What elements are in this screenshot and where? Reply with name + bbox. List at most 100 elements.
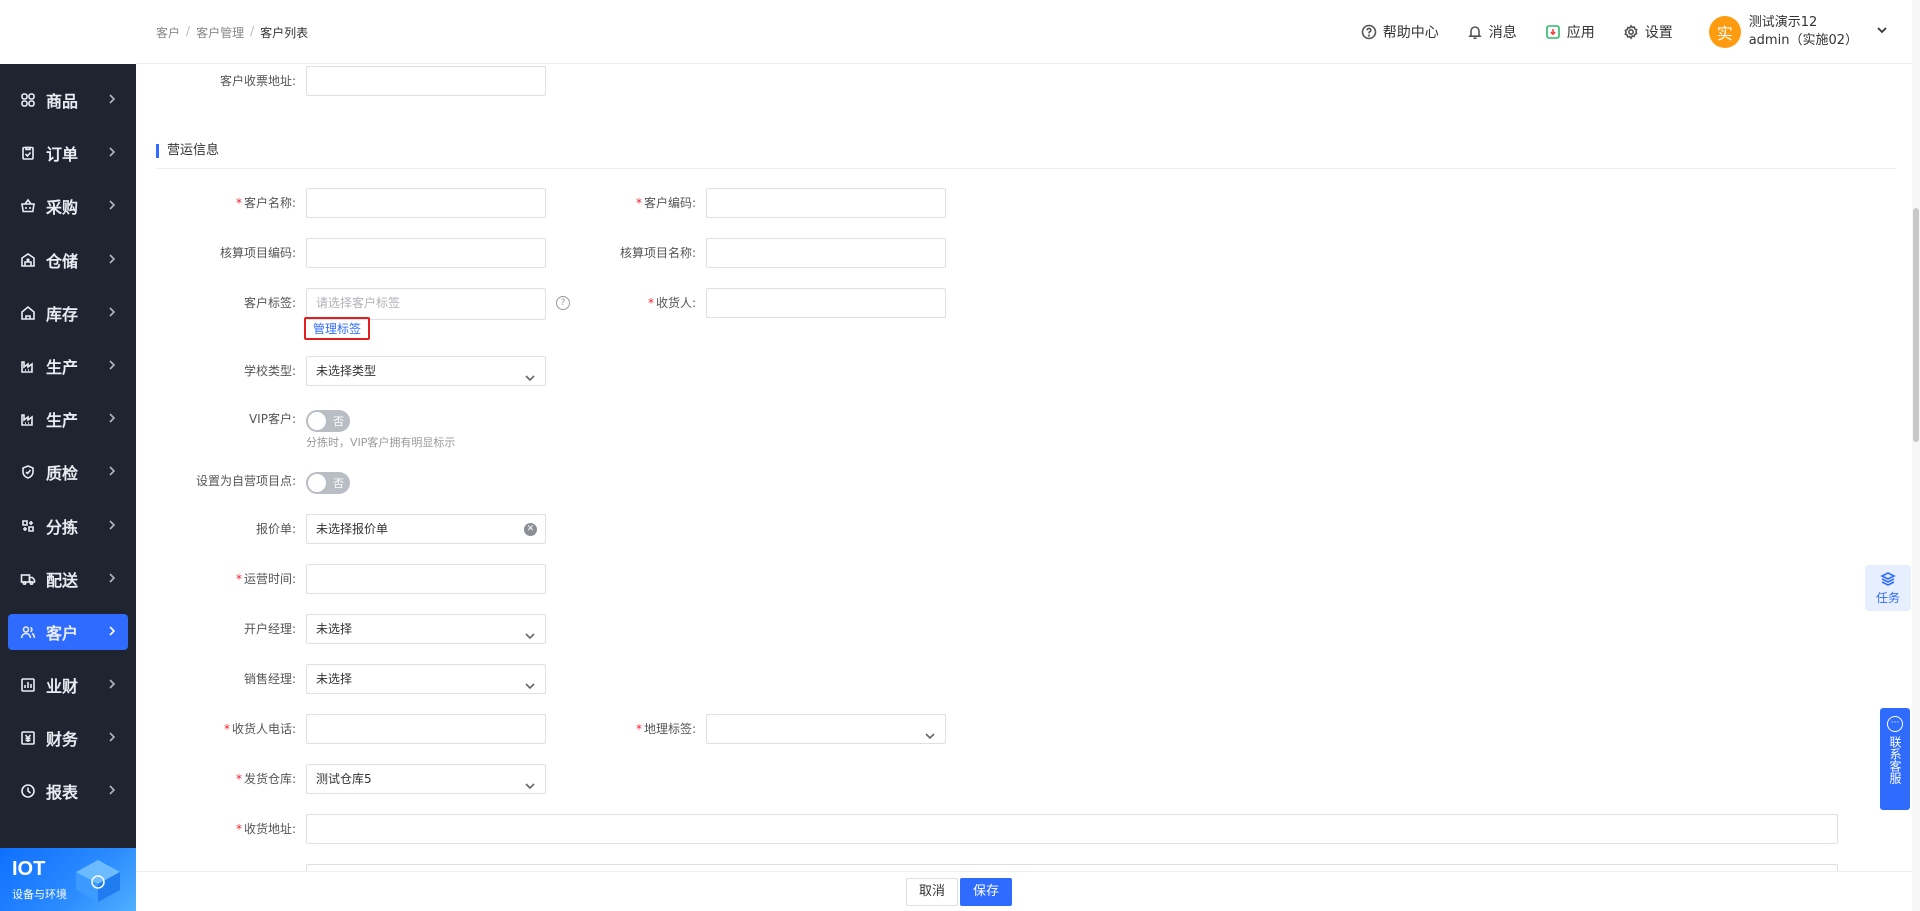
sidebar-item-label: 质检 xyxy=(46,464,79,484)
chevron-down-icon xyxy=(524,674,536,690)
address-detail-input[interactable] xyxy=(306,864,1838,871)
sidebar-item[interactable]: 配送 xyxy=(8,561,128,597)
chevron-down-icon xyxy=(524,624,536,640)
vip-label: VIP客户: xyxy=(248,412,296,426)
breadcrumb-item[interactable]: 客户 xyxy=(156,24,180,41)
sidebar-item[interactable]: 采购 xyxy=(8,188,128,224)
clock-icon xyxy=(20,783,36,799)
sales-manager-value: 未选择 xyxy=(316,672,353,686)
messages-button[interactable]: 消息 xyxy=(1467,22,1517,42)
school-type-select[interactable]: 未选择类型 xyxy=(306,356,546,386)
sidebar-item-label: 分拣 xyxy=(46,517,79,537)
acct-code-label: 核算项目编码: xyxy=(219,246,296,260)
sidebar-item-label: 财务 xyxy=(46,730,79,750)
sidebar-item-label: 生产 xyxy=(46,357,79,377)
action-bar: 取消 保存 xyxy=(136,871,1920,911)
sidebar-menu: 商品 订单 采购 仓储 库存 生产 生产 质检 分拣 配送 客户 业财 财务 报表 xyxy=(0,82,136,827)
invoice-address-input[interactable] xyxy=(306,66,546,96)
chevron-right-icon xyxy=(106,731,118,743)
customer-tag-select[interactable]: 请选择客户标签 xyxy=(306,288,546,320)
chevron-right-icon xyxy=(106,412,118,424)
user-menu[interactable]: 实 测试演示12 admin（实施02） xyxy=(1708,14,1888,50)
acct-name-input[interactable] xyxy=(706,238,946,268)
sidebar-item[interactable]: 业财 xyxy=(8,667,128,703)
settings-button[interactable]: 设置 xyxy=(1623,22,1673,42)
task-widget[interactable]: 任务 xyxy=(1865,565,1911,611)
geo-tag-select[interactable] xyxy=(706,714,946,744)
users-icon xyxy=(20,624,36,640)
customer-name-input[interactable] xyxy=(306,188,546,218)
customer-code-input[interactable] xyxy=(706,188,946,218)
sidebar-item[interactable]: 生产 xyxy=(8,348,128,384)
iot-banner[interactable]: IOT 设备与环境 xyxy=(0,848,136,911)
apps-label: 应用 xyxy=(1566,25,1595,41)
customer-tag-label: 客户标签: xyxy=(243,296,296,310)
sidebar-item[interactable]: 生产 xyxy=(8,401,128,437)
school-type-label: 学校类型: xyxy=(243,364,296,378)
user-name: 测试演示12 xyxy=(1748,15,1818,30)
sidebar-item[interactable]: 订单 xyxy=(8,135,128,171)
vip-hint: 分拣时，VIP客户拥有明显标示 xyxy=(306,436,456,449)
chevron-right-icon xyxy=(106,678,118,690)
top-header: 客户 / 客户管理 / 客户列表 帮助中心 消息 应用 设置 实 测试演示12 … xyxy=(136,0,1920,64)
address-label: 收货地址: xyxy=(136,814,296,844)
address-input[interactable] xyxy=(306,814,1838,844)
quote-select[interactable]: 未选择报价单 ✕ xyxy=(306,514,546,544)
receiver-label: 收货人: xyxy=(536,288,696,318)
sidebar-item[interactable]: 质检 xyxy=(8,454,128,490)
sidebar-item[interactable]: 客户 xyxy=(8,613,128,650)
chevron-right-icon xyxy=(106,519,118,531)
breadcrumb-item[interactable]: 客户管理 xyxy=(196,24,244,41)
receiver-phone-input[interactable] xyxy=(306,714,546,744)
chevron-right-icon xyxy=(106,784,118,796)
warehouse-select[interactable]: 测试仓库5 xyxy=(306,764,546,794)
finance-icon xyxy=(20,730,36,746)
customer-service-widget[interactable]: ··· 联系客服 xyxy=(1880,708,1910,810)
cancel-button[interactable]: 取消 xyxy=(906,878,959,906)
open-manager-select[interactable]: 未选择 xyxy=(306,614,546,644)
receiver-input[interactable] xyxy=(706,288,946,318)
self-point-toggle[interactable]: 否 xyxy=(306,472,350,494)
chevron-right-icon xyxy=(106,306,118,318)
chevron-right-icon xyxy=(106,465,118,477)
chevron-right-icon xyxy=(106,146,118,158)
acct-code-input[interactable] xyxy=(306,238,546,268)
vip-toggle[interactable]: 否 xyxy=(306,410,350,432)
op-time-input[interactable] xyxy=(306,564,546,594)
clear-icon[interactable]: ✕ xyxy=(524,523,537,536)
sidebar-item[interactable]: 报表 xyxy=(8,773,128,809)
form-content: 客户收票地址: 营运信息 客户名称: 客户编码: 核算项目编码: 核算项目名称:… xyxy=(136,64,1920,871)
sidebar-item-label: 库存 xyxy=(46,304,79,324)
chevron-right-icon xyxy=(106,359,118,371)
warehouse-value: 测试仓库5 xyxy=(316,772,372,786)
chevron-right-icon xyxy=(106,253,118,265)
customer-service-label: 联系客服 xyxy=(1888,736,1902,784)
sales-manager-label: 销售经理: xyxy=(243,672,296,686)
scrollbar-thumb[interactable] xyxy=(1913,208,1919,442)
user-account: admin（实施02） xyxy=(1748,33,1858,48)
factory-icon xyxy=(20,358,36,374)
sidebar-item[interactable]: 财务 xyxy=(8,720,128,756)
page-scrollbar[interactable] xyxy=(1912,0,1920,911)
toggle-knob xyxy=(308,412,326,430)
apps-button[interactable]: 应用 xyxy=(1545,22,1595,42)
iot-title: IOT xyxy=(12,858,46,880)
sidebar-item-label: 商品 xyxy=(46,92,79,111)
avatar: 实 xyxy=(1708,16,1741,48)
save-button[interactable]: 保存 xyxy=(960,878,1013,906)
sales-manager-select[interactable]: 未选择 xyxy=(306,664,546,694)
task-label: 任务 xyxy=(1875,591,1900,605)
chevron-right-icon xyxy=(106,572,118,584)
sidebar-item[interactable]: 仓储 xyxy=(8,242,128,278)
self-point-label: 设置为自营项目点: xyxy=(195,474,296,488)
sidebar-item[interactable]: 库存 xyxy=(8,295,128,331)
truck-icon xyxy=(20,571,36,587)
manage-tag-link[interactable]: 管理标签 xyxy=(304,317,371,340)
home-icon xyxy=(20,305,36,321)
sidebar-item-label: 订单 xyxy=(46,145,79,165)
chevron-right-icon xyxy=(106,199,118,211)
section-divider xyxy=(156,168,1896,169)
sidebar-item[interactable]: 分拣 xyxy=(8,508,128,544)
help-center-button[interactable]: 帮助中心 xyxy=(1361,22,1439,42)
sidebar-item[interactable]: 商品 xyxy=(8,82,128,118)
